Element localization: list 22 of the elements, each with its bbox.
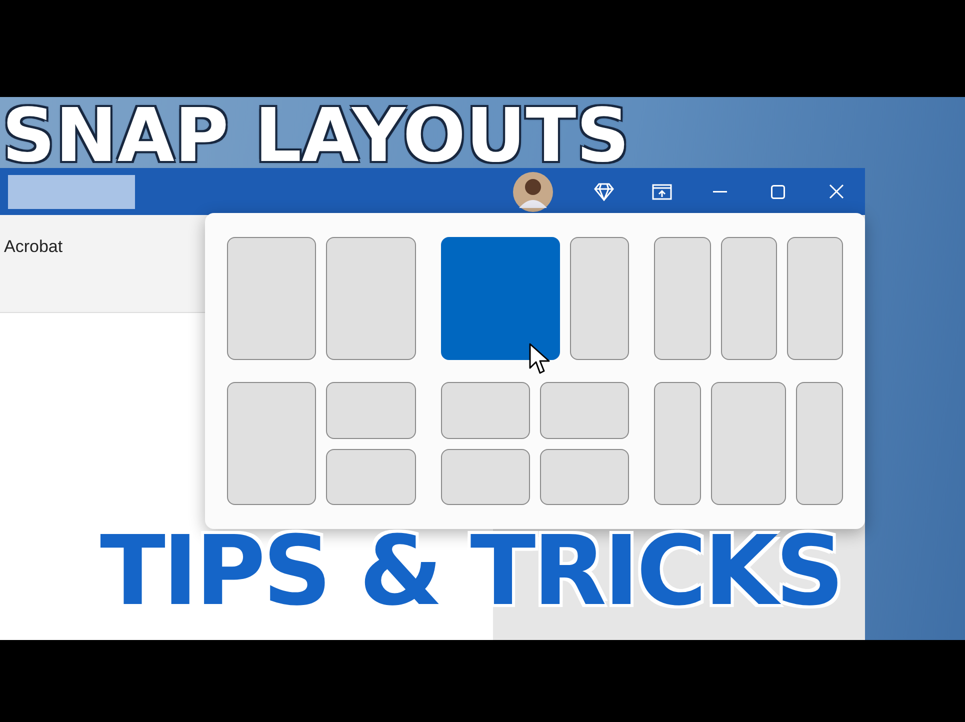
snap-zone[interactable] [440, 382, 530, 438]
snap-zone[interactable] [796, 382, 843, 505]
search-field[interactable] [8, 174, 135, 208]
snap-zone[interactable] [227, 382, 316, 505]
snap-zone[interactable] [540, 382, 630, 438]
avatar-icon[interactable] [513, 172, 553, 212]
headline: TIPS & TRICKS [100, 515, 842, 627]
cursor-icon [529, 343, 551, 375]
snap-zone[interactable] [540, 448, 630, 505]
snap-zone[interactable] [711, 382, 786, 505]
snap-zone[interactable] [720, 237, 777, 360]
ribbon-tab[interactable]: Acrobat [4, 237, 63, 257]
snap-zone[interactable] [326, 382, 416, 438]
snap-zone[interactable] [654, 237, 711, 360]
snap-zone[interactable] [326, 448, 416, 505]
snap-zone[interactable] [326, 237, 416, 360]
snap-zone[interactable] [654, 382, 702, 505]
snap-zone[interactable] [570, 237, 630, 360]
snap-zone[interactable] [440, 448, 530, 505]
snap-zone[interactable] [227, 237, 316, 360]
snap-zone[interactable] [786, 237, 843, 360]
headline: SNAP LAYOUTS [2, 97, 630, 179]
